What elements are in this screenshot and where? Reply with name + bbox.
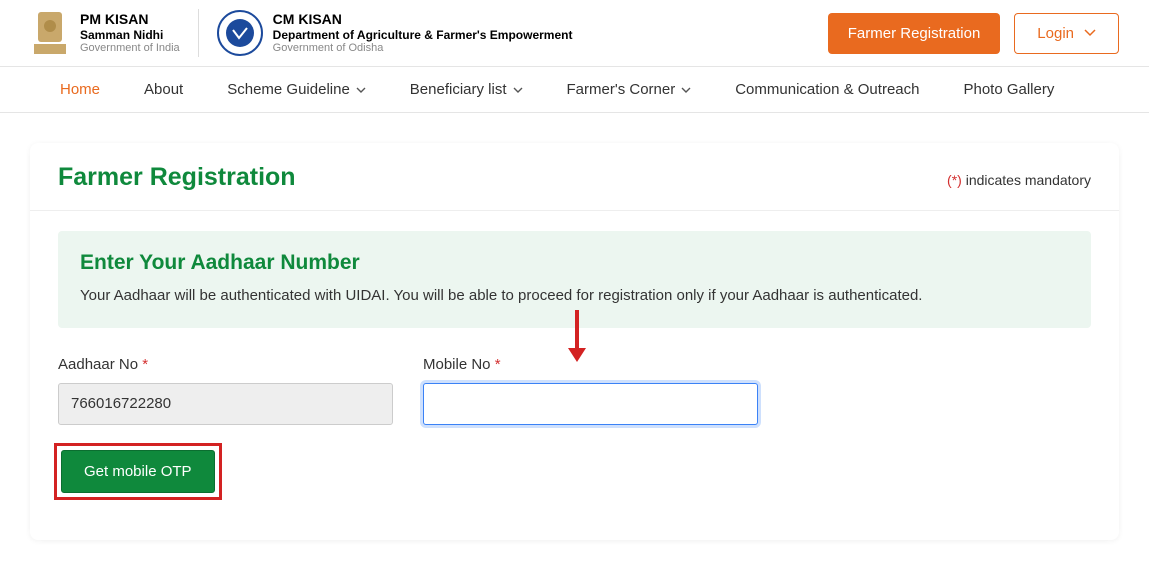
pm-gov: Government of India — [80, 42, 180, 55]
nav-scheme[interactable]: Scheme Guideline — [227, 81, 366, 98]
page-title: Farmer Registration — [58, 163, 296, 192]
chevron-down-icon — [513, 87, 523, 93]
cm-kisan-logo-block: CM KISAN Department of Agriculture & Far… — [217, 10, 573, 56]
chevron-down-icon — [681, 87, 691, 93]
get-mobile-otp-button[interactable]: Get mobile OTP — [61, 450, 215, 493]
pm-sub: Samman Nidhi — [80, 28, 180, 42]
mandatory-note: (*) indicates mandatory — [947, 172, 1091, 188]
aadhaar-input[interactable] — [58, 383, 393, 425]
nav-communication[interactable]: Communication & Outreach — [735, 81, 919, 98]
cm-sub: Department of Agriculture & Farmer's Emp… — [273, 28, 573, 42]
pm-kisan-logo-block: PM KISAN Samman Nidhi Government of Indi… — [30, 8, 180, 58]
nav-corner[interactable]: Farmer's Corner — [567, 81, 692, 98]
info-text: Your Aadhaar will be authenticated with … — [80, 285, 1069, 308]
chevron-down-icon — [356, 87, 366, 93]
header-divider — [198, 9, 199, 57]
login-button[interactable]: Login — [1014, 13, 1119, 54]
nav-gallery[interactable]: Photo Gallery — [963, 81, 1054, 98]
cm-title: CM KISAN — [273, 11, 573, 28]
pm-title: PM KISAN — [80, 11, 180, 28]
aadhaar-label: Aadhaar No * — [58, 356, 393, 373]
chevron-down-icon — [1084, 29, 1096, 37]
nav-beneficiary[interactable]: Beneficiary list — [410, 81, 523, 98]
odisha-emblem-icon — [217, 10, 263, 56]
farmer-registration-button[interactable]: Farmer Registration — [828, 13, 1001, 54]
registration-card: Farmer Registration (*) indicates mandat… — [30, 143, 1119, 540]
red-arrow-annotation-icon — [565, 308, 589, 364]
mobile-input[interactable] — [423, 383, 758, 425]
nav-home[interactable]: Home — [60, 81, 100, 98]
login-label: Login — [1037, 25, 1074, 42]
info-title: Enter Your Aadhaar Number — [80, 251, 1069, 275]
cm-gov: Government of Odisha — [273, 42, 573, 55]
india-emblem-icon — [30, 8, 70, 58]
nav-about[interactable]: About — [144, 81, 183, 98]
get-otp-highlight: Get mobile OTP — [54, 443, 222, 500]
mobile-label: Mobile No * — [423, 356, 758, 373]
